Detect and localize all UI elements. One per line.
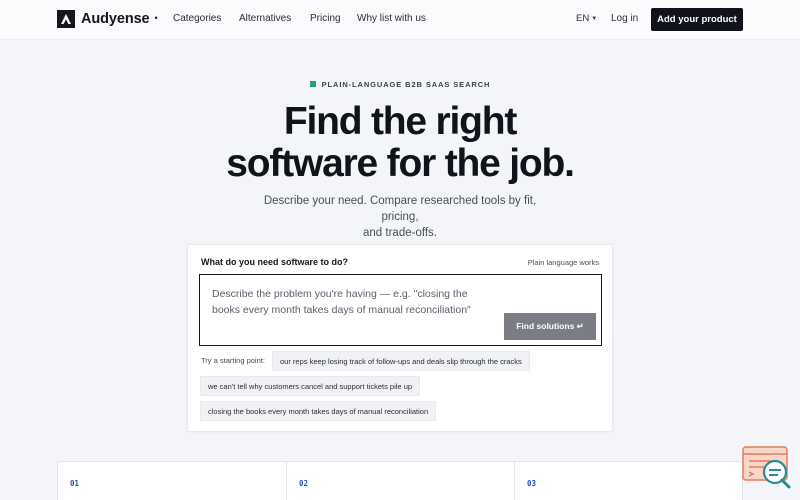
textarea-placeholder: Describe the problem you're having — e.g… (212, 286, 492, 318)
suggestion-chip-closing-books[interactable]: closing the books every month takes days… (200, 401, 437, 421)
audyense-logo-icon (57, 10, 75, 28)
find-solutions-button[interactable]: Find solutions ↵ (504, 313, 596, 340)
placeholder-line-2: books every month takes days of manual r… (212, 304, 471, 316)
suggestion-chip-churn[interactable]: we can't tell why customers cancel and s… (200, 376, 421, 396)
hero-eyebrow: PLAIN-LANGUAGE B2B SAAS SEARCH (0, 80, 800, 89)
search-question-label: What do you need software to do? (201, 257, 348, 267)
nav-pricing[interactable]: Pricing (310, 13, 341, 24)
login-link[interactable]: Log in (611, 13, 638, 24)
language-selector[interactable]: EN ▼ (576, 13, 597, 24)
eyebrow-text: PLAIN-LANGUAGE B2B SAAS SEARCH (321, 80, 491, 89)
brand-logo[interactable]: Audyense • (57, 10, 158, 28)
suggestion-chip-followups[interactable]: our reps keep losing track of follow-ups… (272, 351, 530, 371)
how-it-works-steps: 01 02 03 (57, 461, 743, 500)
hero-title-line-2: software for the job. (226, 142, 575, 185)
language-label: EN (576, 13, 590, 24)
step-card: 01 (58, 462, 287, 500)
nav-categories[interactable]: Categories (173, 13, 221, 24)
step-card: 02 (287, 462, 515, 500)
try-starting-point-label: Try a starting point: (201, 356, 265, 365)
hero-subtitle-line-2: and trade-offs. (363, 227, 437, 239)
green-square-icon (309, 81, 316, 87)
brand-name: Audyense (81, 11, 150, 27)
hero-subtitle: Describe your need. Compare researched t… (250, 193, 550, 241)
problem-textarea[interactable]: Describe the problem you're having — e.g… (199, 274, 602, 346)
chevron-down-icon: ▼ (591, 16, 598, 22)
search-hint: Plain language works (527, 258, 599, 267)
search-card: What do you need software to do? Plain l… (187, 244, 613, 432)
nav-why-list[interactable]: Why list with us (357, 13, 426, 24)
top-nav-bar: Audyense • Categories Alternatives Prici… (0, 0, 800, 40)
step-card: 03 (515, 462, 744, 500)
hero-subtitle-line-1: Describe your need. Compare researched t… (263, 195, 537, 223)
chat-support-icon[interactable] (741, 446, 793, 490)
step-number: 01 (70, 479, 80, 488)
brand-dot: • (154, 13, 158, 23)
add-product-button[interactable]: Add your product (651, 8, 743, 31)
hero-title: Find the right software for the job. (0, 101, 800, 185)
hero-title-line-1: Find the right (283, 100, 518, 143)
placeholder-line-1: Describe the problem you're having — e.g… (212, 288, 468, 300)
nav-alternatives[interactable]: Alternatives (239, 13, 291, 24)
step-number: 02 (299, 479, 309, 488)
step-number: 03 (527, 479, 537, 488)
